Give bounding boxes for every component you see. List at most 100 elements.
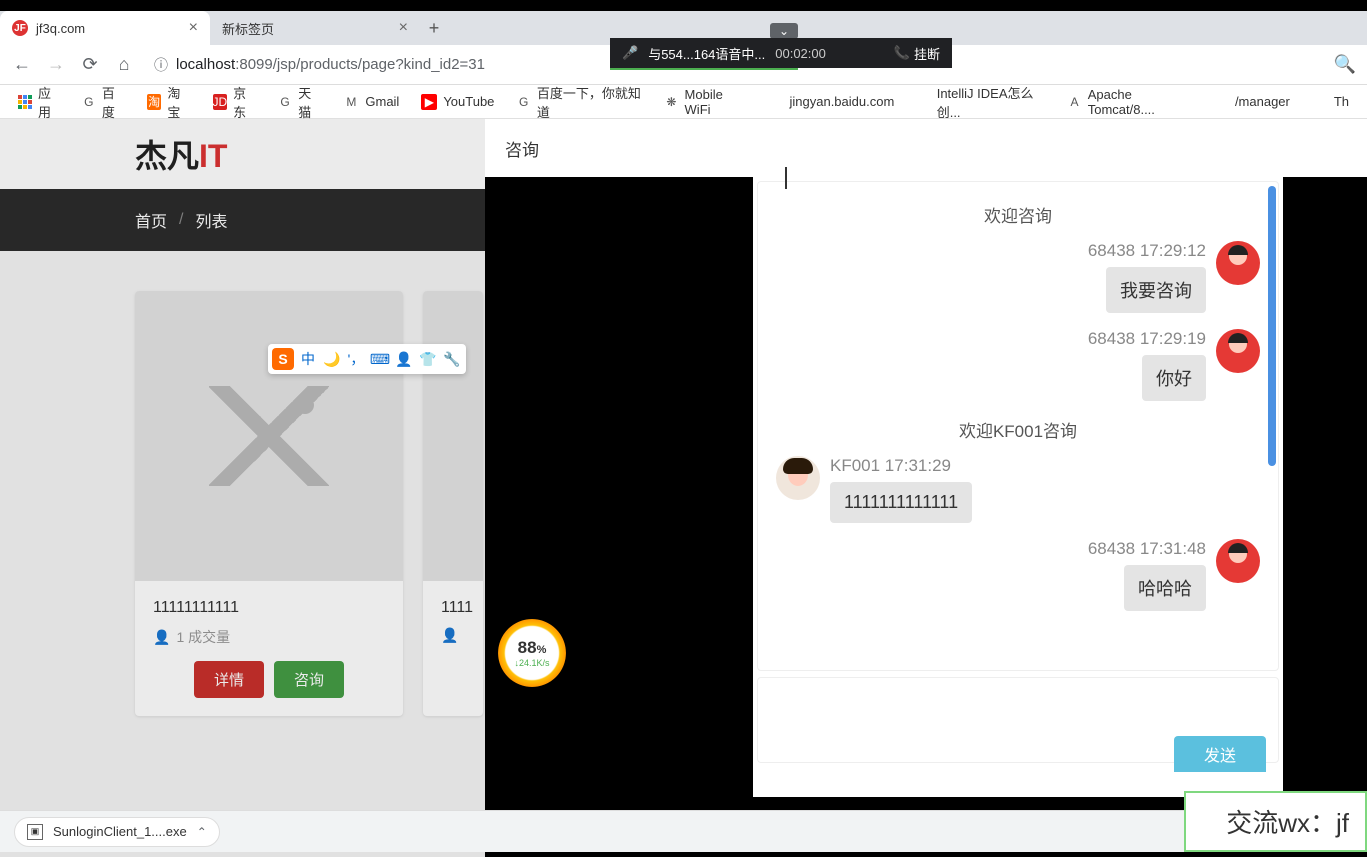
bookmark-item[interactable]: 应用 [10, 79, 68, 125]
bookmark-label: Apache Tomcat/8.... [1088, 87, 1191, 117]
mic-icon: 🎤 [622, 45, 638, 61]
favicon-icon: JF [12, 20, 28, 36]
system-message: 欢迎咨询 [776, 202, 1260, 227]
close-icon[interactable]: × [189, 19, 198, 37]
bookmark-icon [916, 94, 930, 110]
bookmark-item[interactable]: M Gmail [335, 90, 407, 114]
bookmark-label: Th [1334, 94, 1349, 109]
bookmark-label: jingyan.baidu.com [790, 94, 895, 109]
message-bubble: 我要咨询 [1106, 267, 1206, 313]
bookmark-item[interactable]: JD 京东 [205, 79, 264, 125]
message-row: KF001 17:31:291111111111111 [776, 456, 1260, 523]
product-meta: 👤 [441, 627, 465, 644]
bookmark-item[interactable]: G百度一下，你就知道 [508, 79, 650, 125]
user-icon: 👤 [441, 627, 458, 644]
bookmark-label: YouTube [443, 94, 494, 109]
recording-bar [0, 0, 1367, 11]
bookmark-item[interactable]: ❋ Mobile WiFi [656, 83, 753, 121]
bookmark-label: 百度 [102, 83, 125, 121]
logo-main: 杰凡 [135, 138, 199, 174]
chat-title: 咨询 [505, 136, 539, 161]
bookmark-item[interactable]: AApache Tomcat/8.... [1059, 83, 1199, 121]
tab-dropdown-icon[interactable]: ⌄ [770, 23, 798, 39]
chat-body: 欢迎咨询68438 17:29:12我要咨询68438 17:29:19你好欢迎… [753, 177, 1283, 797]
bookmark-item[interactable]: G百度 [74, 79, 133, 125]
user-icon: 👤 [153, 629, 170, 646]
shirt-icon[interactable]: 👕 [418, 349, 438, 369]
bookmark-icon [1312, 94, 1328, 110]
hangup-button[interactable]: 📞 挂断 [894, 44, 940, 63]
person-icon[interactable]: 👤 [394, 349, 414, 369]
send-button[interactable]: 发送 [1174, 736, 1266, 772]
message-meta: KF001 17:31:29 [830, 456, 972, 476]
apps-icon [18, 95, 32, 109]
message-meta: 68438 17:29:19 [1088, 329, 1206, 349]
bookmark-label: IntelliJ IDEA怎么创... [937, 83, 1046, 121]
bookmark-item[interactable]: IntelliJ IDEA怎么创... [908, 79, 1053, 125]
meta-text: 1 成交量 [176, 627, 230, 647]
bookmark-item[interactable]: G天猫 [270, 79, 329, 125]
bookmark-item[interactable]: Th [1304, 90, 1357, 114]
speed-rate: ↓24.1K/s [514, 658, 549, 668]
message-row: 68438 17:31:48 哈哈哈 [776, 539, 1260, 611]
bookmark-icon [768, 94, 784, 110]
reload-button[interactable]: ⟳ [76, 51, 104, 79]
bookmark-item[interactable]: jingyan.baidu.com [760, 90, 903, 114]
consult-button[interactable]: 咨询 [274, 661, 344, 698]
breadcrumb-list: 列表 [195, 208, 227, 232]
message-bubble: 你好 [1142, 355, 1206, 401]
bookmark-icon: ▶ [421, 94, 437, 110]
avatar [776, 456, 820, 500]
file-icon: ▣ [27, 824, 43, 840]
speed-badge[interactable]: 88% ↓24.1K/s [498, 619, 566, 687]
bookmark-item[interactable]: 淘淘宝 [139, 79, 198, 125]
message-bubble: 哈哈哈 [1124, 565, 1206, 611]
forward-button[interactable]: → [42, 51, 70, 79]
zoom-icon[interactable]: 🔍 [1331, 51, 1359, 79]
bookmark-icon: G [278, 94, 292, 110]
url-port: :8099 [235, 56, 273, 73]
home-button[interactable]: ⌂ [110, 51, 138, 79]
bookmark-item[interactable]: /manager [1205, 90, 1298, 114]
product-meta: 👤 1 成交量 [153, 627, 385, 647]
tab-1[interactable]: JF jf3q.com × [0, 11, 210, 45]
download-item[interactable]: ▣ SunloginClient_1....exe ⌃ [14, 817, 220, 847]
bookmark-icon: M [343, 94, 359, 110]
chat-header: 咨询 [485, 119, 1367, 177]
keyboard-icon[interactable]: ⌨ [370, 349, 390, 369]
tab-2[interactable]: 新标签页 × [210, 11, 420, 45]
logo-accent: IT [199, 138, 227, 174]
chat-input[interactable]: 发送 [757, 677, 1279, 763]
punct-icon[interactable]: '， [346, 349, 366, 369]
product-image [135, 291, 403, 581]
bookmark-icon: ❋ [664, 94, 678, 110]
site-background: 杰凡IT 首页 / 列表 11111111111 👤 1 成交量 详情 咨询 [0, 119, 485, 857]
bookmark-item[interactable]: ▶ YouTube [413, 90, 502, 114]
product-grid: 11111111111 👤 1 成交量 详情 咨询 1111 👤 [0, 251, 485, 716]
system-message: 欢迎KF001咨询 [776, 417, 1260, 442]
wrench-icon[interactable]: 🔧 [442, 349, 462, 369]
moon-icon[interactable]: 🌙 [322, 349, 342, 369]
bookmark-icon: JD [213, 94, 228, 110]
detail-button[interactable]: 详情 [194, 661, 264, 698]
close-icon[interactable]: × [399, 19, 408, 37]
ime-toolbar[interactable]: S 中 🌙 '， ⌨ 👤 👕 🔧 [268, 344, 466, 374]
bookmark-label: Gmail [365, 94, 399, 109]
breadcrumb-home[interactable]: 首页 [135, 208, 167, 232]
chat-messages[interactable]: 欢迎咨询68438 17:29:12我要咨询68438 17:29:19你好欢迎… [757, 181, 1279, 671]
message-meta: 68438 17:31:48 [1088, 539, 1206, 559]
site-logo[interactable]: 杰凡IT [135, 131, 227, 177]
ime-mode[interactable]: 中 [298, 349, 318, 369]
bookmark-label: Mobile WiFi [685, 87, 746, 117]
scrollbar[interactable] [1268, 186, 1276, 466]
avatar [1216, 539, 1260, 583]
phone-icon: 📞 [894, 45, 910, 61]
chevron-up-icon[interactable]: ⌃ [197, 825, 207, 839]
new-tab-button[interactable]: + [420, 14, 448, 42]
bookmark-label: 京东 [233, 83, 256, 121]
bookmark-label: 淘宝 [167, 83, 190, 121]
chat-panel: 咨询 欢迎咨询68438 17:29:12我要咨询68438 17:29:19你… [485, 119, 1367, 857]
sogou-icon[interactable]: S [272, 348, 294, 370]
back-button[interactable]: ← [8, 51, 36, 79]
bookmark-icon [1213, 94, 1229, 110]
